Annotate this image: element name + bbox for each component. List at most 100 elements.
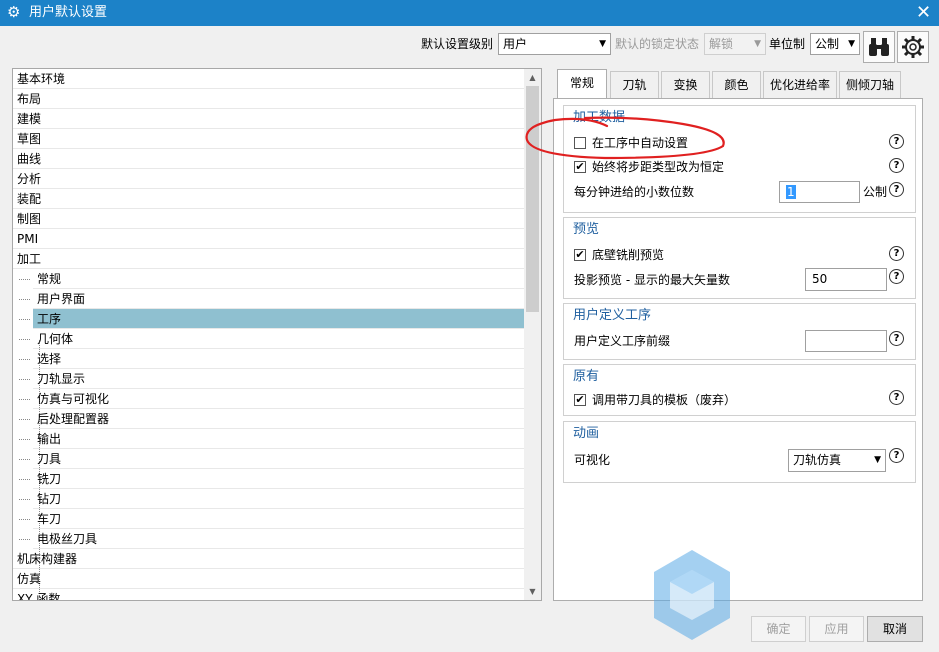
chevron-down-icon: ▼ — [754, 39, 761, 49]
tree-connector — [19, 379, 30, 380]
tree-item-label: 草图 — [17, 132, 42, 146]
preview-group: 预览 ✔ 底壁铣削预览 ? 投影预览 - 显示的最大矢量数 50 ? — [563, 217, 916, 299]
tree-item[interactable]: 铣刀 — [19, 469, 525, 489]
tree-item[interactable]: 选择 — [19, 349, 525, 369]
tree-item[interactable]: 输出 — [19, 429, 525, 449]
tab-6[interactable]: 侧倾刀轴 — [839, 71, 901, 98]
tree-item-label: 仿真与可视化 — [37, 392, 110, 406]
tree-item[interactable]: 工序 — [19, 309, 525, 329]
help-icon[interactable]: ? — [889, 246, 904, 261]
help-icon[interactable]: ? — [889, 158, 904, 173]
tree-connector — [19, 299, 30, 300]
tab-3[interactable]: 变换 — [661, 71, 710, 98]
tree-item-label: 用户界面 — [37, 292, 86, 306]
tree-item[interactable]: 钻刀 — [19, 489, 525, 509]
legacy-group-title: 原有 — [573, 369, 600, 384]
preview-group-title: 预览 — [573, 222, 600, 237]
tree-item[interactable]: 几何体 — [19, 329, 525, 349]
tree-item-label: 制图 — [17, 212, 42, 226]
decimals-input[interactable]: 1 — [779, 181, 860, 203]
prefix-label: 用户定义工序前缀 — [574, 334, 671, 348]
unit-label: 单位制 — [769, 37, 806, 51]
level-select-value: 用户 — [503, 37, 528, 51]
animation-group: 动画 可视化 刀轨仿真 ▼ ? — [563, 421, 916, 483]
max-vectors-input[interactable]: 50 — [805, 268, 887, 291]
tab-1[interactable]: 常规 — [557, 69, 607, 99]
chevron-down-icon: ▼ — [874, 455, 881, 465]
tree-item[interactable]: 机床构建器 — [13, 549, 525, 569]
tree-item[interactable]: 建模 — [13, 109, 525, 129]
tree-item[interactable]: 刀具 — [19, 449, 525, 469]
tree-item[interactable]: 曲线 — [13, 149, 525, 169]
help-icon[interactable]: ? — [889, 134, 904, 149]
tree-item[interactable]: 电极丝刀具 — [19, 529, 525, 549]
category-tree[interactable]: 基本环境 布局 建模草图曲线 分析装配制图 PMI 加工 常规用户界面工序几何体选择刀轨显示… — [12, 68, 542, 601]
visual-select[interactable]: 刀轨仿真 ▼ — [788, 449, 886, 472]
tree-item[interactable]: 基本环境 — [13, 69, 525, 89]
help-icon[interactable]: ? — [889, 448, 904, 463]
template-checkbox[interactable]: ✔ — [574, 394, 586, 406]
floor-wall-label: 底壁铣削预览 — [592, 248, 665, 262]
watermark-logo — [654, 550, 730, 640]
close-button[interactable]: ✕ — [908, 0, 939, 26]
help-icon[interactable]: ? — [889, 269, 904, 284]
tree-connector — [19, 539, 30, 540]
user-op-group: 用户定义工序 用户定义工序前缀 ? — [563, 303, 916, 360]
tree-item-label: 电极丝刀具 — [37, 532, 98, 546]
tree-item[interactable]: 装配 — [13, 189, 525, 209]
help-icon[interactable]: ? — [889, 331, 904, 346]
tree-item[interactable]: 分析 — [13, 169, 525, 189]
cancel-button[interactable]: 取消 — [867, 616, 923, 642]
tree-item-label: 装配 — [17, 192, 42, 206]
tab-4[interactable]: 颜色 — [712, 71, 761, 98]
apply-button: 应用 — [809, 616, 864, 642]
tree-item[interactable]: 加工 — [13, 249, 525, 269]
tree-item[interactable]: 仿真与可视化 — [19, 389, 525, 409]
help-icon[interactable]: ? — [889, 182, 904, 197]
tree-item-label: 铣刀 — [37, 472, 62, 486]
settings-button[interactable] — [897, 31, 929, 63]
tree-connector — [19, 279, 30, 280]
tree-item-label: 钻刀 — [37, 492, 62, 506]
tree-item[interactable]: 刀轨显示 — [19, 369, 525, 389]
tree-item[interactable]: 后处理配置器 — [19, 409, 525, 429]
level-select[interactable]: 用户 ▼ — [498, 33, 611, 55]
tab-5[interactable]: 优化进给率 — [763, 71, 837, 98]
tree-connector — [19, 319, 30, 320]
tree-item-label: 选择 — [37, 352, 62, 366]
tree-item-label: 后处理配置器 — [37, 412, 110, 426]
tree-item-label: 机床构建器 — [17, 552, 78, 566]
tree-item[interactable]: 常规 — [19, 269, 525, 289]
tree-item-label: XY 函数 — [17, 592, 61, 601]
help-icon[interactable]: ? — [889, 390, 904, 405]
unit-select[interactable]: 公制 ▼ — [810, 33, 860, 55]
tree-item-label: 工序 — [37, 312, 62, 326]
tree-item-label: PMI — [17, 232, 39, 246]
legacy-group: 原有 ✔ 调用带刀具的模板（废弃） ? — [563, 364, 916, 416]
tree-item[interactable]: 用户界面 — [19, 289, 525, 309]
lock-label: 默认的锁定状态 — [615, 37, 700, 51]
tree-item[interactable]: XY 函数 — [13, 589, 525, 601]
tree-item-label: 几何体 — [37, 332, 74, 346]
binoculars-icon — [869, 38, 889, 56]
tree-item[interactable]: PMI — [13, 229, 525, 249]
ok-button: 确定 — [751, 616, 806, 642]
unit-select-value: 公制 — [815, 37, 840, 51]
tree-connector — [19, 479, 30, 480]
tab-2[interactable]: 刀轨 — [610, 71, 659, 98]
find-button[interactable] — [863, 31, 895, 63]
tree-item[interactable]: 车刀 — [19, 509, 525, 529]
tree-connector — [19, 419, 30, 420]
tree-item[interactable]: 布局 — [13, 89, 525, 109]
tree-item[interactable]: 制图 — [13, 209, 525, 229]
prefix-input[interactable] — [805, 330, 887, 352]
user-op-group-title: 用户定义工序 — [573, 308, 652, 323]
floor-wall-checkbox[interactable]: ✔ — [574, 249, 586, 261]
scroll-down-icon[interactable]: ▼ — [524, 583, 541, 600]
tree-connector — [19, 499, 30, 500]
tree-item[interactable]: 仿真 — [13, 569, 525, 589]
max-vectors-label: 投影预览 - 显示的最大矢量数 — [574, 273, 730, 287]
annotation-circle — [525, 116, 725, 160]
tree-item[interactable]: 草图 — [13, 129, 525, 149]
scroll-up-icon[interactable]: ▲ — [524, 69, 541, 86]
